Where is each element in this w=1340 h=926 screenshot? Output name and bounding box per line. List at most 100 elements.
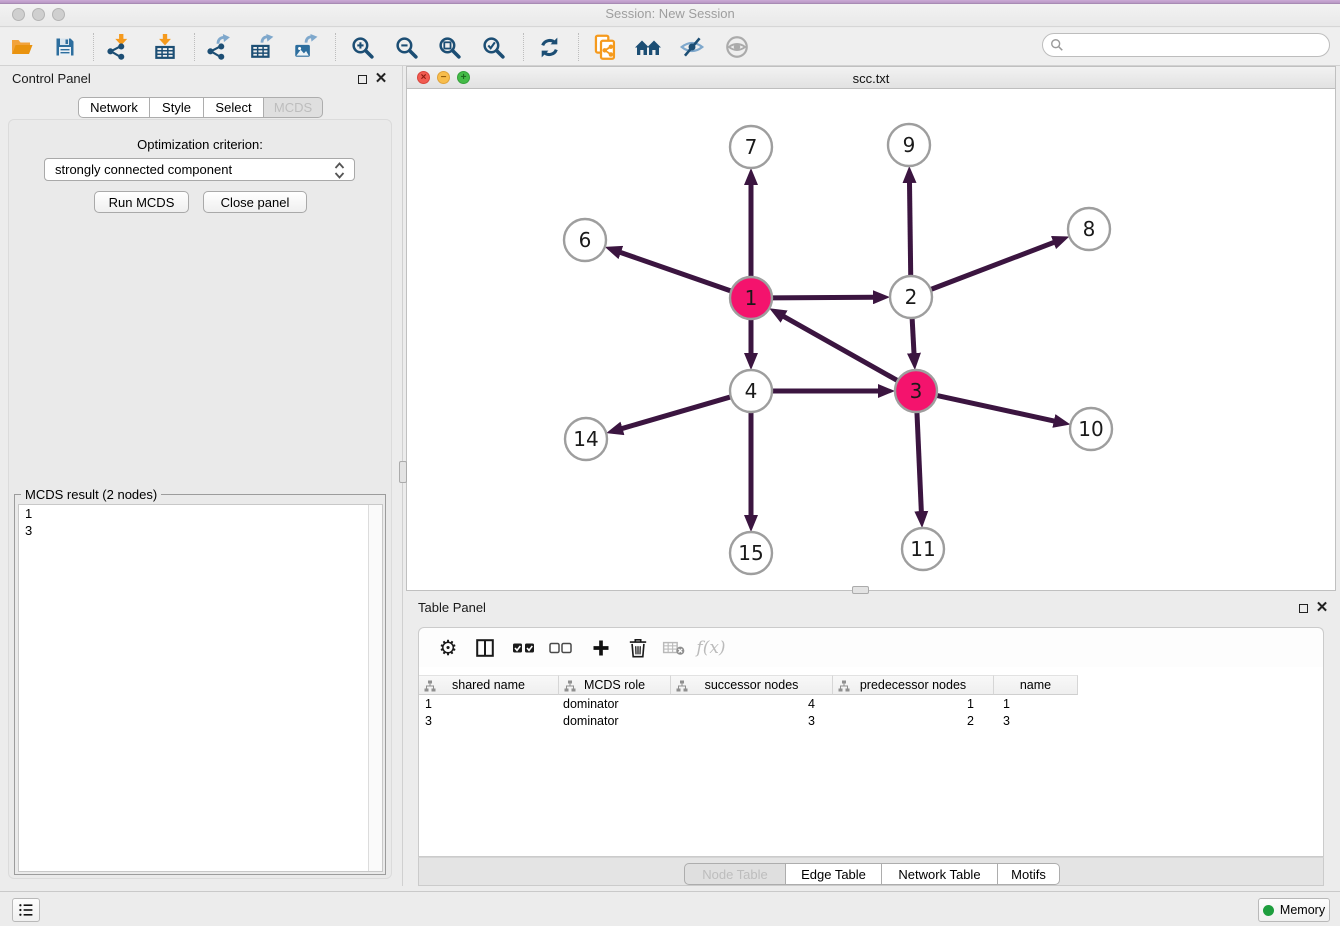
column-header-predecessor-nodes[interactable]: predecessor nodes xyxy=(833,675,994,695)
delete-table-button[interactable] xyxy=(657,631,691,665)
search-input[interactable] xyxy=(1068,38,1318,52)
run-mcds-button[interactable]: Run MCDS xyxy=(94,191,189,213)
column-header-successor-nodes[interactable]: successor nodes xyxy=(671,675,833,695)
add-column-button[interactable] xyxy=(584,631,618,665)
tab-style[interactable]: Style xyxy=(150,97,204,118)
graph-edge-3-10[interactable] xyxy=(936,395,1055,421)
cell-shared-name[interactable]: 1 xyxy=(419,695,559,712)
table-row[interactable]: 1 dominator 4 1 1 xyxy=(419,695,1078,712)
zoom-fit-button[interactable] xyxy=(431,30,467,64)
graph-node-label-10: 10 xyxy=(1078,417,1103,441)
import-table-button[interactable] xyxy=(147,30,183,64)
criterion-dropdown[interactable]: strongly connected component xyxy=(44,158,355,181)
column-label: MCDS role xyxy=(584,678,645,692)
result-line: 3 xyxy=(19,522,382,539)
control-panel-close-button[interactable]: ✕ xyxy=(374,72,388,86)
criterion-value: strongly connected component xyxy=(55,162,232,177)
float-icon xyxy=(358,75,367,84)
tab-edge-table[interactable]: Edge Table xyxy=(786,863,882,885)
open-file-button[interactable] xyxy=(4,30,40,64)
clear-selection-button[interactable] xyxy=(544,631,578,665)
table-panel-float-button[interactable] xyxy=(1296,601,1310,615)
tab-network[interactable]: Network xyxy=(78,97,150,118)
float-icon xyxy=(1299,604,1308,613)
graph-edge-3-11[interactable] xyxy=(917,411,921,512)
table-row[interactable]: 3 dominator 3 2 3 xyxy=(419,712,1078,729)
select-all-button[interactable] xyxy=(507,631,541,665)
result-scrollbar[interactable] xyxy=(368,505,382,871)
cell-successor-nodes[interactable]: 3 xyxy=(671,712,833,729)
app-titlebar: Session: New Session xyxy=(0,0,1340,27)
zoom-out-button[interactable] xyxy=(388,30,424,64)
cell-mcds-role[interactable]: dominator xyxy=(559,695,671,712)
graph-edge-2-3[interactable] xyxy=(912,317,914,354)
close-panel-button[interactable]: Close panel xyxy=(203,191,307,213)
export-image-button[interactable] xyxy=(287,30,323,64)
cell-predecessor-nodes[interactable]: 2 xyxy=(833,712,994,729)
show-all-button[interactable] xyxy=(719,30,755,64)
tab-select[interactable]: Select xyxy=(204,97,264,118)
cell-predecessor-nodes[interactable]: 1 xyxy=(833,695,994,712)
unchecked-boxes-icon xyxy=(549,641,573,655)
network-window-titlebar[interactable]: × − + scc.txt xyxy=(407,67,1335,89)
delete-column-button[interactable] xyxy=(621,631,655,665)
import-table-icon xyxy=(152,34,178,60)
export-table-button[interactable] xyxy=(244,30,280,64)
column-header-mcds-role[interactable]: MCDS role xyxy=(559,675,671,695)
table-settings-button[interactable]: ⚙ xyxy=(431,631,465,665)
gear-icon: ⚙ xyxy=(439,638,458,658)
search-field[interactable] xyxy=(1042,33,1330,57)
horizontal-splitter-handle[interactable] xyxy=(852,586,869,594)
zoom-in-icon xyxy=(350,35,375,60)
cell-shared-name[interactable]: 3 xyxy=(419,712,559,729)
memory-button[interactable]: Memory xyxy=(1258,898,1330,922)
cell-name[interactable]: 3 xyxy=(994,712,1078,729)
graph-edge-4-14[interactable] xyxy=(622,397,732,429)
first-neighbors-button[interactable] xyxy=(630,30,666,64)
import-network-button[interactable] xyxy=(100,30,136,64)
graph-edge-1-6[interactable] xyxy=(620,252,732,291)
cell-successor-nodes[interactable]: 4 xyxy=(671,695,833,712)
mcds-result-textarea[interactable]: 1 3 xyxy=(18,504,383,872)
column-header-shared-name[interactable]: shared name xyxy=(419,675,559,695)
refresh-view-button[interactable] xyxy=(531,30,567,64)
function-icon: f(x) xyxy=(696,638,725,658)
graph-edge-3-1[interactable] xyxy=(783,316,898,381)
tab-network-table[interactable]: Network Table xyxy=(882,863,998,885)
control-panel-title: Control Panel xyxy=(12,71,91,86)
tab-motifs[interactable]: Motifs xyxy=(998,863,1060,885)
toolbar-separator xyxy=(523,33,524,61)
network-graph-canvas[interactable]: 7968124314101511 xyxy=(407,89,1335,590)
table-header-row: shared name MCDS role successor nodes pr… xyxy=(419,675,1078,695)
graph-node-label-7: 7 xyxy=(745,135,758,159)
control-panel-float-button[interactable] xyxy=(355,72,369,86)
task-history-button[interactable] xyxy=(12,898,40,922)
save-session-button[interactable] xyxy=(47,30,83,64)
zoom-selected-button[interactable] xyxy=(475,30,511,64)
plus-icon xyxy=(591,638,611,658)
graph-edge-2-8[interactable] xyxy=(930,242,1055,290)
graph-node-label-9: 9 xyxy=(903,133,916,157)
vertical-splitter-handle[interactable] xyxy=(399,461,407,483)
export-network-button[interactable] xyxy=(200,30,236,64)
table-toolbar: ⚙ xyxy=(418,627,1324,667)
hide-selected-button[interactable] xyxy=(674,30,710,64)
graph-node-label-14: 14 xyxy=(573,427,598,451)
function-builder-button[interactable]: f(x) xyxy=(694,631,728,665)
zoom-in-button[interactable] xyxy=(344,30,380,64)
new-network-from-selection-button[interactable] xyxy=(587,30,623,64)
node-table: shared name MCDS role successor nodes pr… xyxy=(418,667,1324,857)
graph-edge-2-9[interactable] xyxy=(909,182,910,277)
graph-node-label-11: 11 xyxy=(910,537,935,561)
tab-mcds[interactable]: MCDS xyxy=(264,97,323,118)
toolbar-separator xyxy=(194,33,195,61)
column-visibility-button[interactable] xyxy=(468,631,502,665)
cell-mcds-role[interactable]: dominator xyxy=(559,712,671,729)
dropdown-stepper-icon xyxy=(334,162,345,179)
table-panel-close-button[interactable]: ✕ xyxy=(1315,601,1329,615)
column-header-name[interactable]: name xyxy=(994,675,1078,695)
graph-edge-1-2[interactable] xyxy=(771,297,874,298)
tab-node-table[interactable]: Node Table xyxy=(684,863,786,885)
cell-name[interactable]: 1 xyxy=(994,695,1078,712)
column-label: successor nodes xyxy=(705,678,799,692)
